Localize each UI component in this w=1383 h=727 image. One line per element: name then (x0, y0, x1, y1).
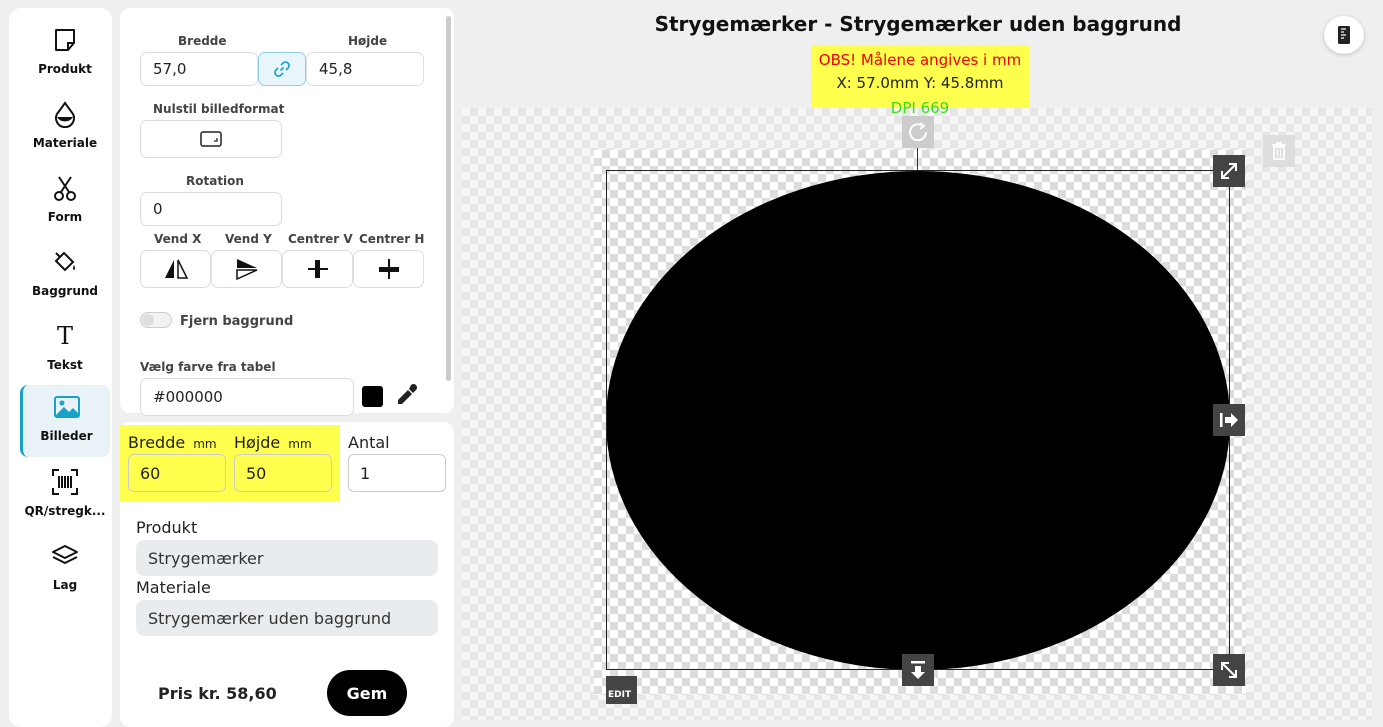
expand-icon (1221, 163, 1237, 179)
rotation-input[interactable]: 0 (140, 192, 282, 226)
link-ratio-button[interactable] (258, 52, 306, 86)
unit-label: mm (193, 437, 217, 451)
edit-button[interactable]: EDIT (606, 676, 637, 704)
remove-background-toggle[interactable] (140, 312, 172, 328)
height-label: Højde (348, 34, 388, 48)
scissors-icon (54, 176, 76, 201)
reset-format-label: Nulstil billedformat (153, 102, 285, 116)
order-width-input[interactable]: 60 (128, 454, 226, 492)
flip-x-label: Vend X (154, 232, 202, 246)
center-v-label: Centrer V (288, 232, 353, 246)
resize-handle-bottom-right[interactable] (1213, 654, 1245, 686)
arrow-down-icon (911, 661, 925, 679)
sidebar-item-label: Lag (52, 578, 78, 592)
aspect-ratio-icon (200, 131, 222, 147)
color-swatch[interactable] (362, 386, 383, 407)
image-icon (53, 396, 80, 418)
sidebar-item-materiale[interactable]: Materiale (20, 96, 110, 166)
remove-background-label: Fjern baggrund (180, 314, 294, 329)
sidebar-item-qr[interactable]: QR/stregk... (20, 464, 110, 534)
order-width-label: Bredde mm (128, 433, 217, 452)
sidebar-item-label: QR/stregk... (24, 504, 106, 518)
center-h-label: Centrer H (359, 232, 425, 246)
flip-x-button[interactable] (140, 250, 211, 288)
sidebar-item-billeder[interactable]: Billeder (20, 385, 110, 457)
sidebar-item-lag[interactable]: Lag (20, 538, 110, 608)
barcode-icon (52, 469, 78, 495)
resize-handle-right[interactable] (1213, 404, 1245, 436)
sidebar-item-label: Form (47, 210, 83, 224)
paint-bucket-icon (54, 251, 75, 272)
notice-text: OBS! Målene angives i mm (818, 51, 1022, 69)
order-height-label: Højde mm (234, 433, 312, 452)
sidebar-item-label: Billeder (40, 429, 93, 443)
image-width-input[interactable]: 57,0 (140, 52, 258, 86)
sidebar: Produkt Materiale Form Baggrund T Tekst … (9, 8, 112, 727)
link-icon (274, 61, 290, 77)
width-label: Bredde (178, 34, 227, 48)
text-icon: T (56, 322, 73, 350)
rotate-icon (909, 122, 928, 142)
delete-button[interactable] (1263, 135, 1295, 167)
sidebar-item-label: Produkt (38, 62, 92, 76)
sidebar-item-form[interactable]: Form (20, 170, 110, 240)
material-label: Materiale (136, 578, 211, 597)
unit-label: mm (288, 437, 312, 451)
rotate-handle[interactable] (902, 116, 934, 148)
material-value: Strygemærker uden baggrund (136, 600, 438, 636)
save-button[interactable]: Gem (327, 670, 407, 716)
sidebar-item-produkt[interactable]: Produkt (20, 22, 110, 92)
drop-icon (55, 101, 75, 128)
note-icon (55, 29, 75, 51)
order-height-input[interactable]: 50 (234, 454, 332, 492)
color-table-label: Vælg farve fra tabel (140, 360, 276, 374)
measurement-notice: OBS! Målene angives i mm X: 57.0mm Y: 45… (811, 45, 1029, 107)
sidebar-item-label: Tekst (47, 358, 83, 372)
ruler-button[interactable] (1324, 16, 1364, 54)
rotation-connector (917, 148, 918, 170)
image-height-input[interactable]: 45,8 (306, 52, 424, 86)
rotation-label: Rotation (186, 174, 244, 188)
page-title: Strygemærker - Strygemærker uden baggrun… (654, 12, 1182, 36)
dpi-readout: DPI 669 (890, 99, 950, 117)
sidebar-item-label: Baggrund (31, 284, 99, 298)
selection-box (606, 170, 1230, 670)
sidebar-item-baggrund[interactable]: Baggrund (20, 244, 110, 314)
center-horizontal-icon (378, 259, 399, 279)
reset-format-button[interactable] (140, 120, 282, 158)
quantity-label: Antal (348, 433, 390, 452)
eyedropper-button[interactable] (394, 382, 420, 412)
trash-icon (1272, 142, 1286, 160)
sidebar-item-tekst[interactable]: T Tekst (20, 318, 110, 388)
resize-handle-top-right[interactable] (1213, 155, 1245, 187)
price-label: Pris kr. 58,60 (158, 684, 277, 703)
ruler-icon (1338, 26, 1350, 44)
center-vertical-icon (307, 260, 328, 278)
quantity-input[interactable]: 1 (348, 454, 446, 492)
layers-icon (52, 545, 78, 564)
flip-y-label: Vend Y (225, 232, 272, 246)
product-value: Strygemærker (136, 540, 438, 576)
flip-vertical-icon (235, 259, 257, 281)
center-v-button[interactable] (282, 250, 353, 288)
sidebar-item-label: Materiale (32, 136, 98, 150)
product-label: Produkt (136, 518, 198, 537)
center-h-button[interactable] (353, 250, 424, 288)
shrink-icon (1221, 662, 1237, 678)
eyedropper-icon (398, 383, 418, 404)
arrow-right-icon (1220, 413, 1238, 427)
color-hex-input[interactable]: #000000 (140, 378, 354, 416)
flip-horizontal-icon (164, 259, 188, 279)
panel-scrollbar[interactable] (446, 16, 451, 381)
dimensions-readout: X: 57.0mm Y: 45.8mm (836, 74, 1004, 92)
flip-y-button[interactable] (211, 250, 282, 288)
resize-handle-bottom[interactable] (902, 654, 934, 686)
